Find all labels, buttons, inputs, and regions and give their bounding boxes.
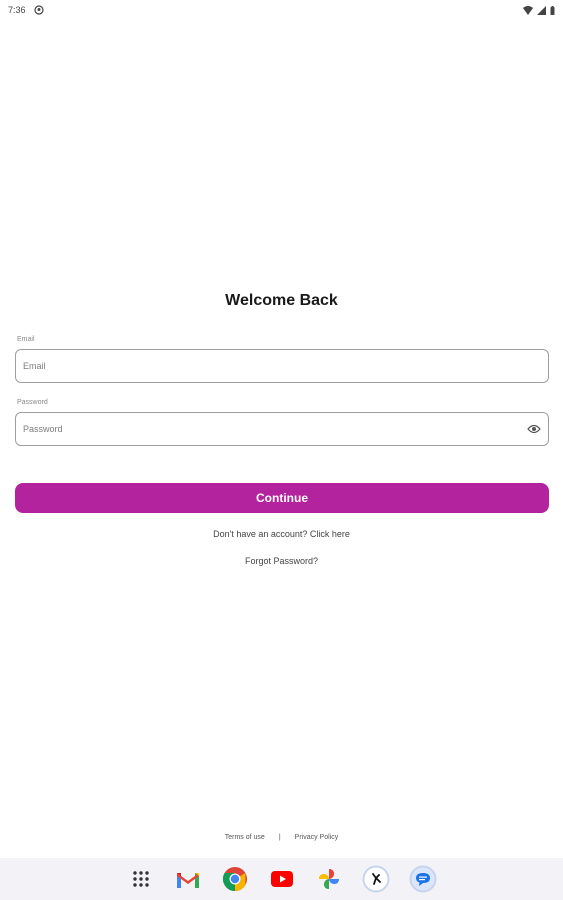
chrome-icon[interactable] xyxy=(221,865,249,893)
gmail-icon[interactable] xyxy=(174,865,202,893)
photos-icon[interactable] xyxy=(315,865,343,893)
apps-grid-icon[interactable] xyxy=(127,865,155,893)
privacy-link[interactable]: Privacy Policy xyxy=(295,834,339,841)
messages-icon[interactable] xyxy=(409,865,437,893)
password-label: Password xyxy=(17,399,48,406)
app-icon[interactable] xyxy=(362,865,390,893)
notification-icon xyxy=(33,5,44,15)
footer-separator: | xyxy=(278,834,281,841)
status-left: 7:36 xyxy=(8,5,44,15)
signal-icon xyxy=(537,5,546,15)
password-field-container[interactable] xyxy=(15,412,549,446)
youtube-icon[interactable] xyxy=(268,865,296,893)
status-right xyxy=(523,5,555,15)
signup-link[interactable]: Don't have an account? Click here xyxy=(0,529,563,539)
show-password-eye-icon[interactable] xyxy=(527,424,541,434)
page-title: Welcome Back xyxy=(225,292,338,309)
app-dock xyxy=(0,858,563,900)
forgot-password-link[interactable]: Forgot Password? xyxy=(0,556,563,566)
terms-link[interactable]: Terms of use xyxy=(225,834,265,841)
battery-icon xyxy=(550,5,555,15)
email-label: Email xyxy=(17,336,35,343)
status-bar: 7:36 xyxy=(0,0,563,20)
footer-links: Terms of use | Privacy Policy xyxy=(0,834,563,841)
email-field-container[interactable] xyxy=(15,349,549,383)
wifi-icon xyxy=(523,5,533,15)
password-field[interactable] xyxy=(23,424,527,434)
continue-button[interactable]: Continue xyxy=(15,483,549,513)
status-time: 7:36 xyxy=(8,5,26,15)
email-field[interactable] xyxy=(23,361,541,371)
